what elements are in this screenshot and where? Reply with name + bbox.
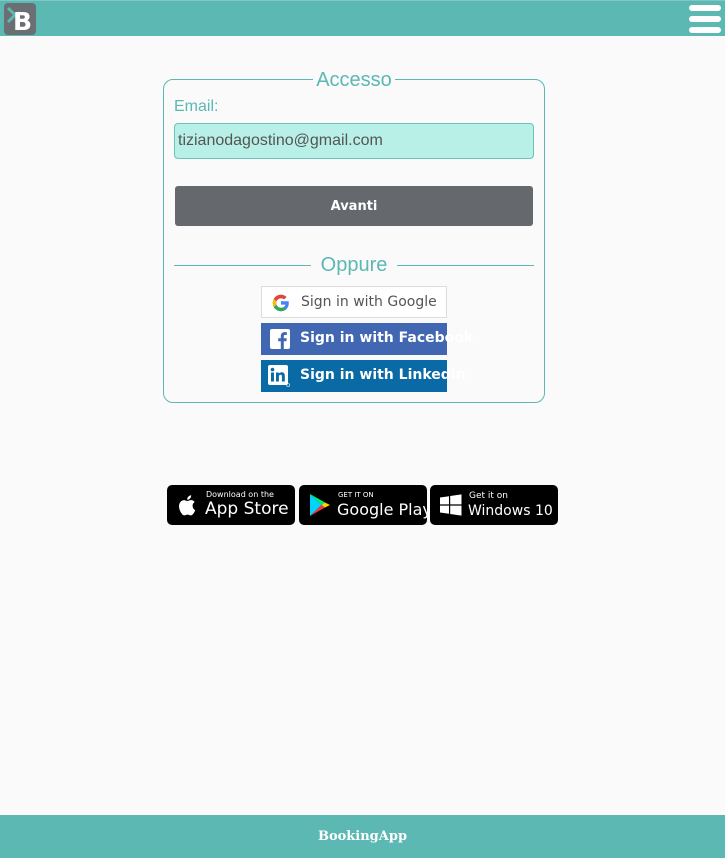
login-legend: Accesso xyxy=(164,68,544,92)
facebook-signin-button[interactable]: Sign in with Facebook xyxy=(261,323,473,355)
app-store-big-text: App Store xyxy=(205,499,289,519)
windows-icon xyxy=(438,492,464,518)
divider-left xyxy=(174,265,311,266)
google-play-big-text: Google Play xyxy=(337,500,427,519)
windows-store-small-text: Get it on xyxy=(469,491,509,501)
login-card: Accesso Email: Avanti Oppure Sign in wit… xyxy=(163,69,545,403)
windows-store-badge[interactable]: Get it on Windows 10 xyxy=(430,485,558,525)
app-store-badge[interactable]: Download on the App Store xyxy=(167,485,295,525)
footer-text: BookingApp xyxy=(317,829,408,844)
google-icon xyxy=(271,293,291,313)
windows-store-big-text: Windows 10 xyxy=(468,503,553,519)
hamburger-menu-icon[interactable] xyxy=(689,5,721,33)
apple-icon xyxy=(175,492,201,518)
linkedin-signin-button[interactable]: Sign in with Linkedin xyxy=(261,360,466,392)
google-play-badge[interactable]: GET IT ON Google Play xyxy=(299,485,427,525)
linkedin-signin-label: Sign in with Linkedin xyxy=(300,367,466,383)
facebook-icon xyxy=(270,329,290,349)
linkedin-icon xyxy=(268,365,291,387)
or-separator: Oppure xyxy=(320,254,388,276)
next-button[interactable]: Avanti xyxy=(175,186,533,226)
google-signin-label: Sign in with Google xyxy=(301,294,437,310)
google-play-small-text: GET IT ON xyxy=(338,491,374,499)
divider-right xyxy=(397,265,534,266)
facebook-signin-label: Sign in with Facebook xyxy=(300,330,474,346)
footer: BookingApp xyxy=(0,815,725,858)
svg-text:B: B xyxy=(13,7,32,35)
app-store-small-text: Download on the xyxy=(206,490,274,499)
email-label: Email: xyxy=(174,98,219,115)
top-bar: B xyxy=(0,0,725,36)
bookingapp-logo-icon[interactable]: B xyxy=(4,3,36,35)
google-signin-button[interactable]: Sign in with Google xyxy=(261,286,447,318)
email-input[interactable] xyxy=(174,123,534,159)
google-play-icon xyxy=(307,492,333,518)
